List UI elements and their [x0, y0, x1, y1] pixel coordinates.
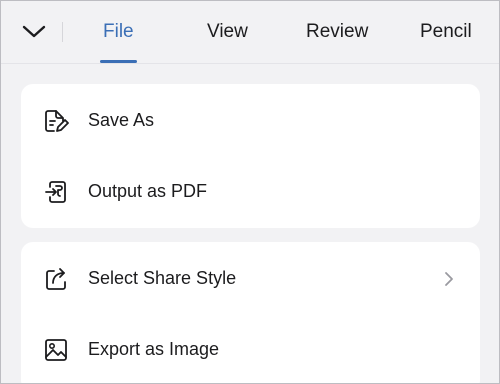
save-as-icon — [43, 108, 69, 134]
chevron-right-icon — [444, 271, 454, 287]
image-icon — [43, 337, 69, 363]
export-as-image-label: Export as Image — [88, 339, 220, 359]
tab-pencil[interactable]: Pencil — [420, 21, 472, 43]
tab-view[interactable]: View — [207, 21, 248, 43]
active-tab-indicator — [100, 60, 137, 63]
tab-review[interactable]: Review — [306, 21, 368, 43]
tab-divider — [62, 22, 63, 42]
chevron-down-icon — [21, 24, 47, 40]
menu-tab-bar: File View Review Pencil — [1, 1, 499, 64]
output-pdf-icon — [43, 179, 69, 205]
save-as-label: Save As — [88, 110, 155, 130]
save-as-item[interactable]: Save As — [21, 93, 480, 149]
file-menu-panel: File View Review Pencil Save As Output a… — [0, 0, 500, 384]
share-actions-group: Select Share Style Export as Image — [21, 242, 480, 383]
tab-file[interactable]: File — [103, 21, 134, 43]
collapse-button[interactable] — [19, 19, 49, 45]
file-actions-group: Save As Output as PDF — [21, 84, 480, 228]
select-share-style-item[interactable]: Select Share Style — [21, 251, 480, 307]
select-share-style-label: Select Share Style — [88, 268, 237, 288]
output-pdf-label: Output as PDF — [88, 181, 208, 201]
output-pdf-item[interactable]: Output as PDF — [21, 164, 480, 220]
share-icon — [43, 266, 69, 292]
export-as-image-item[interactable]: Export as Image — [21, 322, 480, 378]
